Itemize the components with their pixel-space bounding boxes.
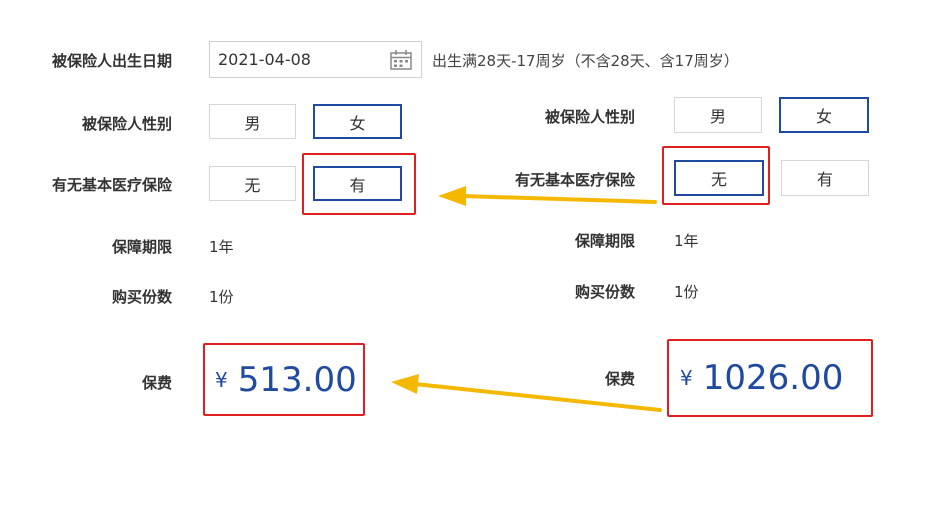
medical-left-arrow-icon bbox=[438, 186, 657, 206]
premium-left-arrow-icon bbox=[391, 374, 662, 412]
annotation-arrows bbox=[391, 186, 662, 412]
